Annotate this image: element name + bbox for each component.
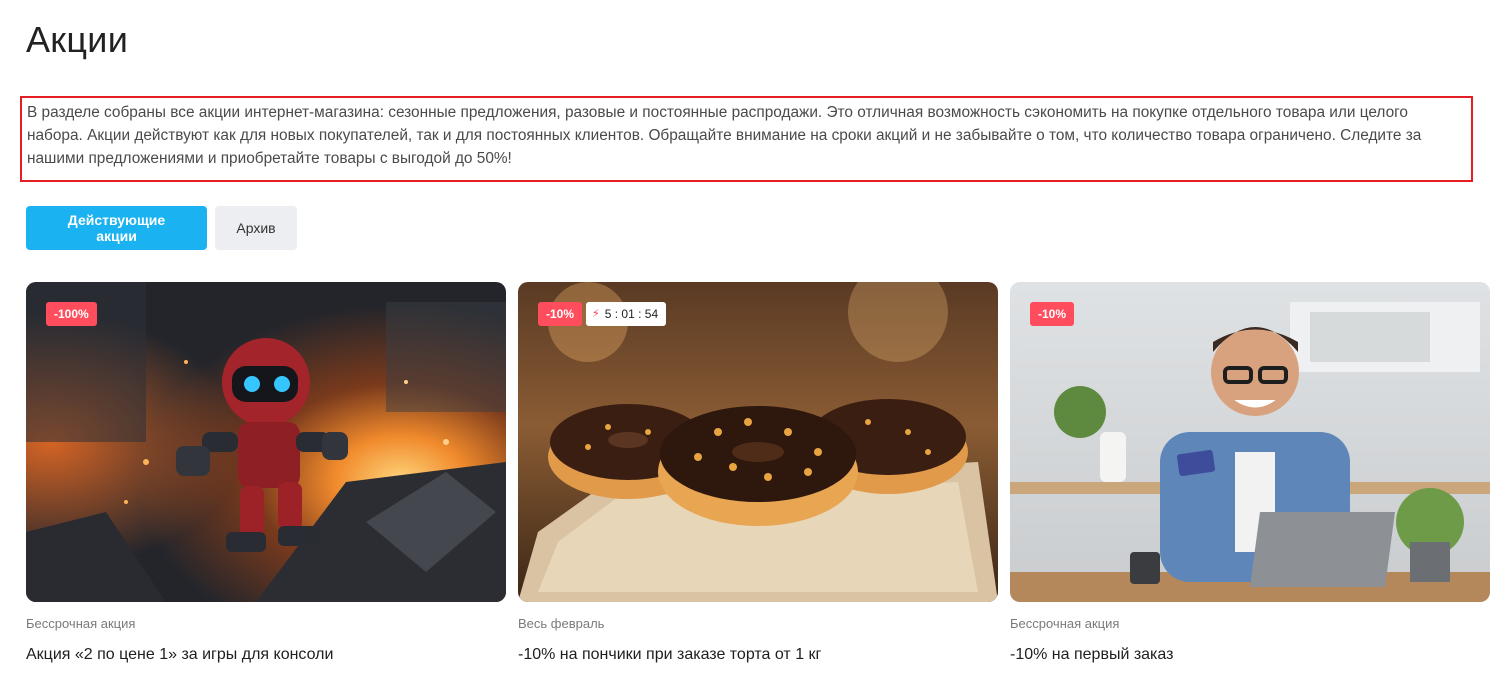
discount-badge: -10% [1030, 302, 1075, 326]
promo-card[interactable]: -10% Бессрочная акция -10% на первый зак… [1010, 282, 1490, 666]
promo-period: Весь февраль [518, 616, 605, 631]
page-title: Акции [26, 19, 129, 60]
badge-row: -10% ⚡ 5 : 01 : 54 [538, 302, 667, 326]
tab-archive[interactable]: Архив [215, 206, 297, 250]
promo-title[interactable]: Акция «2 по цене 1» за игры для консоли [26, 644, 506, 666]
donuts-image[interactable]: -10% ⚡ 5 : 01 : 54 [518, 282, 998, 602]
discount-badge: -100% [46, 302, 97, 326]
promo-title[interactable]: -10% на пончики при заказе торта от 1 кг [518, 644, 998, 666]
promo-title[interactable]: -10% на первый заказ [1010, 644, 1490, 666]
intro-text: В разделе собраны все акции интернет-маг… [27, 104, 1422, 167]
robot-explosion-image[interactable]: -100% [26, 282, 506, 602]
bolt-icon: ⚡ [592, 308, 600, 320]
countdown-value: 5 : 01 : 54 [604, 307, 659, 321]
promo-card[interactable]: -100% Бессрочная акция Акция «2 по цене … [26, 282, 506, 666]
badge-row: -100% [46, 302, 97, 326]
man-with-card-image[interactable]: -10% [1010, 282, 1490, 602]
promo-period: Бессрочная акция [26, 616, 136, 631]
promo-card[interactable]: -10% ⚡ 5 : 01 : 54 Весь февраль -10% на … [518, 282, 998, 666]
promo-tabs: Действующие акции Архив [26, 206, 297, 250]
intro-block: В разделе собраны все акции интернет-маг… [20, 96, 1473, 182]
countdown-timer: ⚡ 5 : 01 : 54 [586, 302, 667, 326]
badge-row: -10% [1030, 302, 1075, 326]
discount-badge: -10% [538, 302, 583, 326]
promo-period: Бессрочная акция [1010, 616, 1120, 631]
tab-active-promotions[interactable]: Действующие акции [26, 206, 207, 250]
promo-cards: -100% Бессрочная акция Акция «2 по цене … [26, 282, 1490, 666]
